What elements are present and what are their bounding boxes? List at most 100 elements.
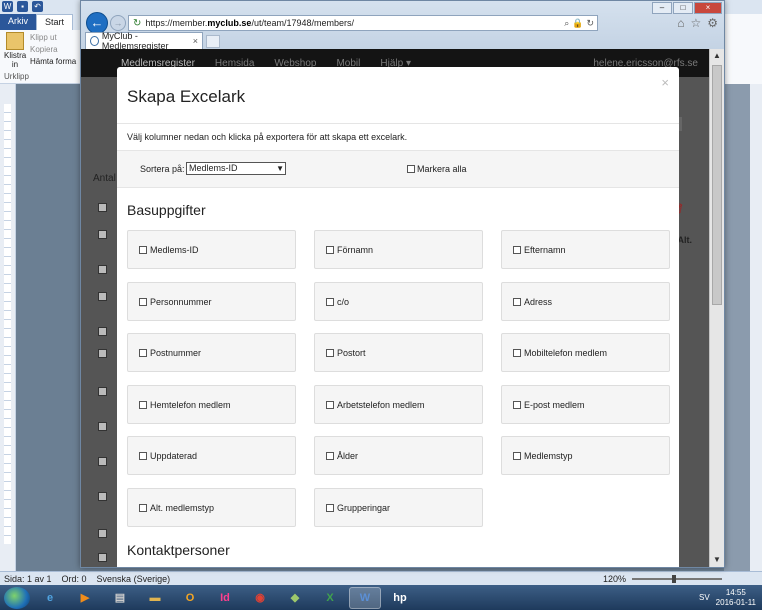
sort-select[interactable]: Medlems-ID ▼ [186, 162, 286, 175]
browser-window: ← → ↻ https://member. myclub.se/ut/team/1… [80, 0, 725, 568]
option-uppdaterad[interactable]: Uppdaterad [127, 436, 296, 475]
row-checkbox[interactable] [98, 292, 107, 301]
option-efternamn[interactable]: Efternamn [501, 230, 670, 269]
cut-button[interactable]: Klipp ut [30, 33, 57, 42]
option-hemtelefon[interactable]: Hemtelefon medlem [127, 385, 296, 424]
row-checkbox[interactable] [98, 492, 107, 501]
forward-button[interactable]: → [110, 15, 126, 31]
scroll-thumb[interactable] [712, 65, 722, 305]
option-personnummer[interactable]: Personnummer [127, 282, 296, 321]
scroll-up-icon[interactable]: ▲ [710, 49, 724, 63]
lock-icon: 🔒 [572, 17, 584, 28]
row-checkbox[interactable] [98, 457, 107, 466]
files-taskbar-icon[interactable]: ▤ [104, 587, 136, 609]
paste-button[interactable]: Klistra in [4, 32, 26, 69]
keyboard-language[interactable]: SV [699, 593, 710, 602]
option-arbetstelefon[interactable]: Arbetstelefon medlem [314, 385, 483, 424]
search-icon[interactable]: ⌕ [564, 18, 569, 29]
modal-description: Välj kolumner nedan och klicka på export… [127, 132, 408, 142]
format-painter-button[interactable]: Hämta forma [30, 57, 76, 66]
page-icon: ↻ [133, 17, 142, 29]
new-tab-button[interactable] [206, 35, 220, 48]
close-tab-icon[interactable]: × [193, 36, 198, 46]
word-app-icon[interactable]: W [2, 1, 13, 12]
mark-all-checkbox[interactable]: Markera alla [407, 164, 467, 174]
browser-icons: ⌂ ☆ ⚙ [677, 16, 718, 30]
zoom-level[interactable]: 120% [603, 574, 626, 584]
home-icon[interactable]: ⌂ [677, 16, 684, 30]
language-indicator[interactable]: Svenska (Sverige) [97, 574, 171, 584]
copy-button[interactable]: Kopiera [30, 45, 58, 54]
tab-row: MyClub - Medlemsregister × [81, 31, 724, 51]
taskbar: e ▶ ▤ ▬ O Id ◉ ◆ X W hp SV 14:55 2016-01… [0, 585, 762, 610]
start-button[interactable] [4, 586, 30, 609]
explorer-taskbar-icon[interactable]: ▬ [139, 587, 171, 609]
option-medlemstyp[interactable]: Medlemstyp [501, 436, 670, 475]
tab-myclub[interactable]: MyClub - Medlemsregister × [85, 31, 203, 51]
media-player-taskbar-icon[interactable]: ▶ [69, 587, 101, 609]
member-count-label: Antal [93, 173, 116, 184]
row-checkbox[interactable] [98, 553, 107, 562]
option-co[interactable]: c/o [314, 282, 483, 321]
section-title-kontaktpersoner: Kontaktpersoner [127, 542, 230, 558]
favorites-icon[interactable]: ☆ [690, 16, 701, 30]
option-postort[interactable]: Postort [314, 333, 483, 372]
undo-icon[interactable]: ↶ [32, 1, 43, 12]
sort-label: Sortera på: [140, 164, 185, 174]
row-checkbox[interactable] [98, 387, 107, 396]
row-checkbox[interactable] [98, 349, 107, 358]
row-checkbox[interactable] [98, 327, 107, 336]
option-grupperingar[interactable]: Grupperingar [314, 488, 483, 527]
option-mobiltelefon[interactable]: Mobiltelefon medlem [501, 333, 670, 372]
row-checkbox[interactable] [98, 422, 107, 431]
maximize-button[interactable]: □ [673, 2, 693, 14]
close-modal-icon[interactable]: × [661, 75, 669, 90]
clipboard-group-label: Urklipp [4, 72, 29, 81]
word-scrollbar[interactable] [750, 84, 762, 571]
row-checkbox[interactable] [98, 203, 107, 212]
option-adress[interactable]: Adress [501, 282, 670, 321]
chrome-taskbar-icon[interactable]: ◉ [244, 587, 276, 609]
address-bar[interactable]: ↻ https://member. myclub.se/ut/team/17948… [128, 15, 598, 31]
zoom-slider[interactable] [632, 574, 722, 583]
word-count: Ord: 0 [61, 573, 87, 584]
option-postnummer[interactable]: Postnummer [127, 333, 296, 372]
clock[interactable]: 14:55 2016-01-11 [716, 588, 756, 608]
refresh-icon[interactable]: ↻ [586, 18, 594, 29]
browser-toolbar: ← → ↻ https://member. myclub.se/ut/team/1… [81, 1, 724, 51]
minimize-button[interactable]: – [652, 2, 672, 14]
sort-bar: Sortera på: Medlems-ID ▼ Markera alla [117, 150, 679, 188]
option-alder[interactable]: Ålder [314, 436, 483, 475]
settings-gear-icon[interactable]: ⚙ [707, 16, 718, 30]
outlook-taskbar-icon[interactable]: O [174, 587, 206, 609]
word-tab-start[interactable]: Start [36, 14, 74, 30]
maps-taskbar-icon[interactable]: ◆ [279, 587, 311, 609]
row-checkbox[interactable] [98, 230, 107, 239]
excel-taskbar-icon[interactable]: X [314, 587, 346, 609]
checkbox-icon[interactable] [407, 165, 415, 173]
close-window-button[interactable]: × [694, 2, 722, 14]
option-alt-medlemstyp[interactable]: Alt. medlemstyp [127, 488, 296, 527]
ie-taskbar-icon[interactable]: e [34, 587, 66, 609]
export-excel-modal: Skapa Excelark × Välj kolumner nedan och… [117, 67, 679, 567]
browser-scrollbar[interactable]: ▲ ▼ [709, 49, 724, 567]
indesign-taskbar-icon[interactable]: Id [209, 587, 241, 609]
myclub-favicon-icon [90, 36, 99, 46]
word-statusbar: Sida: 1 av 1 Ord: 0 Svenska (Sverige) 12… [0, 571, 762, 585]
word-tab-arkiv[interactable]: Arkiv [0, 14, 36, 30]
scroll-down-icon[interactable]: ▼ [710, 553, 724, 567]
save-icon[interactable]: ▪ [17, 1, 28, 12]
row-checkbox[interactable] [98, 529, 107, 538]
option-fornamn[interactable]: Förnamn [314, 230, 483, 269]
web-page: Medlemsregister Hemsida Webshop Mobil Hj… [81, 49, 710, 567]
system-tray: SV 14:55 2016-01-11 [699, 588, 762, 608]
option-epost[interactable]: E-post medlem [501, 385, 670, 424]
word-taskbar-icon[interactable]: W [349, 586, 381, 609]
option-medlems-id[interactable]: Medlems-ID [127, 230, 296, 269]
hp-taskbar-icon[interactable]: hp [384, 587, 416, 609]
row-checkbox[interactable] [98, 265, 107, 274]
word-ribbon-right [724, 14, 762, 84]
column-alt: Alt. [677, 235, 693, 245]
page-count: Sida: 1 av 1 [4, 573, 52, 584]
modal-header: Skapa Excelark × [117, 67, 679, 124]
